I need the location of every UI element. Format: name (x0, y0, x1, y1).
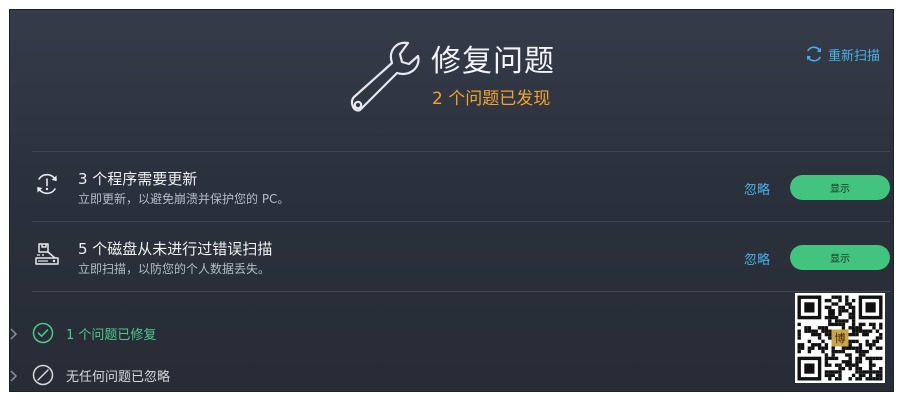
rescan-button[interactable]: 重新扫描 (804, 44, 880, 64)
divider (32, 291, 890, 292)
update-alert-icon (37, 173, 57, 195)
fixed-issues-row[interactable]: 1 个问题已修复 (32, 322, 156, 344)
show-button[interactable]: 显示 (790, 175, 890, 200)
ignore-link[interactable]: 忽略 (744, 249, 770, 268)
issue-title: 5 个磁盘从未进行过错误扫描 (78, 240, 273, 258)
check-circle-icon (32, 322, 54, 344)
issue-description: 立即更新，以避免崩溃并保护您的 PC。 (78, 192, 290, 206)
chevron-right-icon[interactable] (10, 370, 18, 382)
ignore-link[interactable]: 忽略 (744, 179, 770, 198)
issue-description: 立即扫描，以防您的个人数据丢失。 (78, 262, 271, 276)
qr-code-icon: 博 (795, 293, 885, 383)
rescan-label: 重新扫描 (828, 48, 881, 64)
ignored-issues-label: 无任何问题已忽略 (66, 369, 171, 385)
issue-title: 3 个程序需要更新 (78, 170, 198, 188)
fixed-issues-label: 1 个问题已修复 (66, 327, 157, 343)
slash-circle-icon (32, 364, 54, 386)
page-title: 修复问题 (431, 44, 555, 79)
ignored-issues-row[interactable]: 无任何问题已忽略 (32, 364, 170, 386)
show-button[interactable]: 显示 (790, 245, 890, 270)
wrench-icon (350, 41, 420, 112)
issue-row-program-updates: 3 个程序需要更新 立即更新，以避免崩溃并保护您的 PC。 忽略 显示 (32, 152, 890, 221)
disk-scan-icon (35, 243, 59, 265)
qr-center-glyph: 博 (835, 332, 846, 345)
refresh-icon (807, 46, 821, 62)
issues-found-count: 2 个问题已发现 (432, 89, 551, 109)
repair-issues-panel: 修复问题 2 个问题已发现 重新扫描 3 个程序需要更新 立即更新，以避免崩溃并… (10, 10, 893, 391)
chevron-right-icon[interactable] (10, 328, 18, 340)
issue-row-disk-scan: 5 个磁盘从未进行过错误扫描 立即扫描，以防您的个人数据丢失。 忽略 显示 (32, 222, 890, 291)
